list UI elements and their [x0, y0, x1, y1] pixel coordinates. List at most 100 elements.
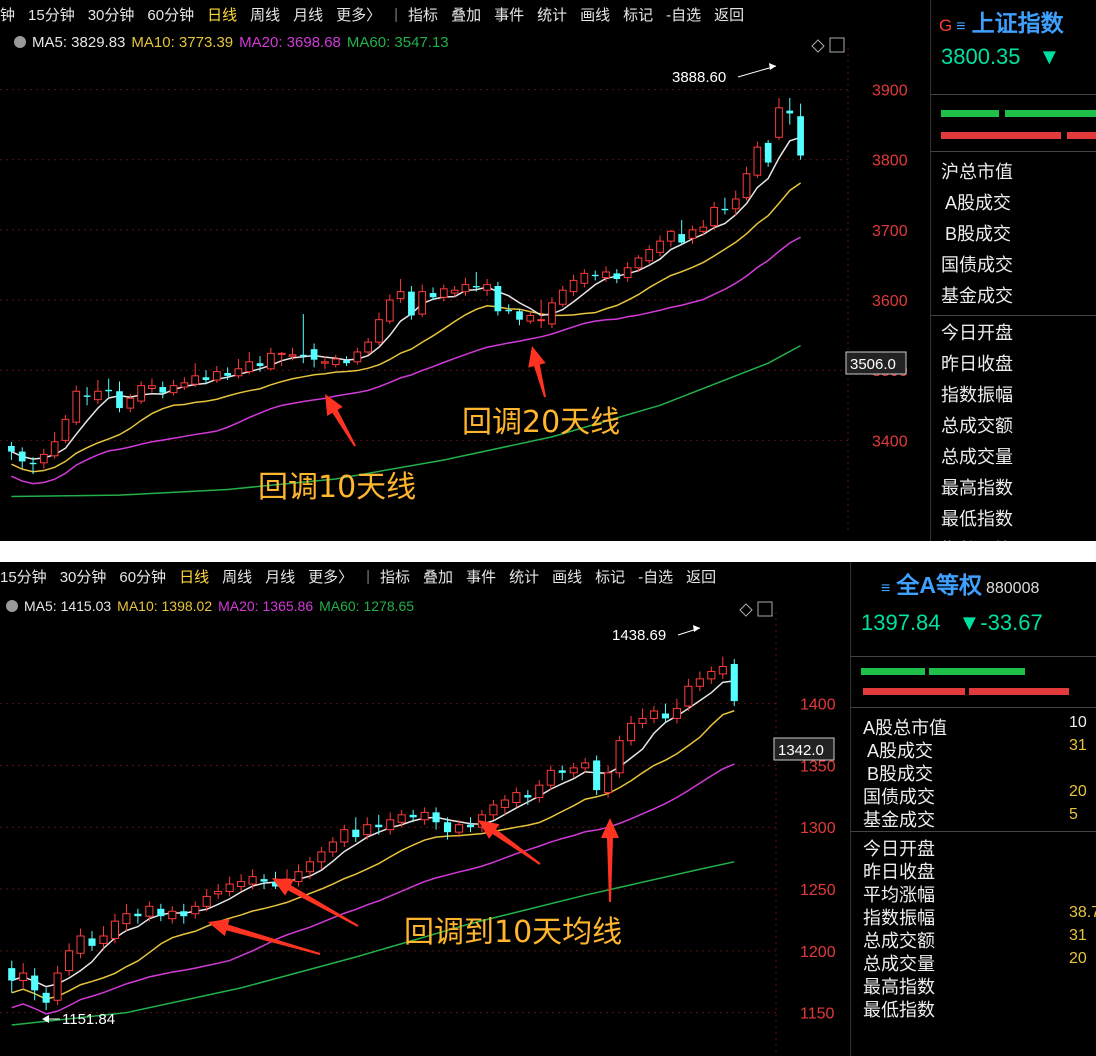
toolbar-item-9[interactable]: 叠加	[423, 566, 453, 587]
candle-body	[483, 284, 491, 291]
ma-label-0: MA5: 3829.83	[32, 34, 126, 51]
candle-body	[94, 390, 102, 401]
toolbar-item-16[interactable]: 返回	[714, 4, 744, 25]
candle-body	[29, 462, 37, 465]
candle-body	[613, 273, 621, 279]
candle-body	[591, 274, 599, 277]
toolbar-item-0[interactable]: 15分钟	[0, 566, 47, 587]
toolbar-item-6[interactable]: 更多〉	[308, 566, 353, 587]
toolbar-item-11[interactable]: 事件	[494, 4, 524, 25]
info-value-8: 38.7	[1069, 904, 1096, 921]
candle-body	[409, 814, 417, 818]
candle-body	[159, 387, 167, 393]
toolbar-item-10[interactable]: 叠加	[451, 4, 481, 25]
info-value-1: 31	[1069, 737, 1087, 754]
candle-body	[505, 309, 513, 312]
candle-body	[61, 418, 70, 441]
candle-body	[234, 368, 243, 377]
info-field-6: 昨日收盘	[941, 354, 1013, 374]
toolbar-separator: |	[366, 567, 371, 585]
candle-body	[707, 670, 716, 680]
toolbar-item-3[interactable]: 日线	[179, 566, 209, 587]
toolbar-item-15[interactable]: -自选	[666, 4, 701, 25]
toolbar-item-4[interactable]: 日线	[207, 4, 237, 25]
toolbar-item-12[interactable]: 画线	[552, 566, 582, 587]
info-field-8: 总成交额	[941, 416, 1013, 436]
toolbar-item-2[interactable]: 30分钟	[88, 4, 135, 25]
candle-body	[397, 814, 406, 823]
candle-body	[352, 829, 360, 838]
toolbar-item-15[interactable]: 返回	[686, 566, 716, 587]
toolbar-item-13[interactable]: 标记	[595, 566, 625, 587]
candle-body	[134, 913, 142, 917]
toolbar-item-14[interactable]: 标记	[623, 4, 653, 25]
candle-body	[65, 950, 74, 972]
menu-icon[interactable]: ≡	[956, 18, 965, 35]
candle-body	[526, 314, 535, 322]
candle-body	[363, 824, 372, 836]
ma20-line	[11, 236, 801, 485]
toolbar-item-5[interactable]: 周线	[250, 4, 280, 25]
candle-body	[450, 289, 459, 294]
toolbar-item-4[interactable]: 周线	[222, 566, 252, 587]
toolbar-item-13[interactable]: 画线	[580, 4, 610, 25]
info-field-7: 指数振幅	[941, 385, 1013, 405]
candle-body	[558, 770, 566, 773]
ma-label-1: MA10: 3773.39	[131, 34, 234, 51]
index-name[interactable]: 上证指数	[972, 10, 1064, 36]
bottom-period-toolbar: 15分钟 30分钟 60分钟 日线 周线 月线 更多〉 | 指标 叠加 事件 统计 画线 标记 -自选 返回	[0, 562, 729, 590]
candle-body	[122, 913, 131, 925]
candle-body	[212, 371, 221, 381]
toolbar-item-2[interactable]: 60分钟	[119, 566, 166, 587]
ma-label-3: MA60: 3547.13	[346, 34, 449, 51]
toolbar-item-14[interactable]: -自选	[638, 566, 673, 587]
candle-body	[214, 890, 223, 895]
index-name[interactable]: 全A等权	[896, 572, 982, 598]
candle-body	[602, 271, 610, 279]
candle-body	[721, 208, 729, 211]
candle-body	[18, 451, 26, 462]
toolbar-item-9[interactable]: 指标	[408, 4, 438, 25]
high-arrow-head	[769, 63, 776, 70]
candle-body	[580, 272, 589, 284]
candle-body	[516, 311, 523, 320]
toolbar-item-7[interactable]: 更多〉	[336, 4, 381, 25]
toolbar-item-1[interactable]: 15分钟	[28, 4, 75, 25]
candle-body	[331, 358, 340, 366]
toolbar-item-8[interactable]: 指标	[380, 566, 410, 587]
candle-body	[678, 234, 686, 243]
diamond-icon	[811, 39, 825, 53]
ma60-line	[11, 861, 735, 1026]
info-field-4: 基金成交	[863, 810, 935, 830]
menu-icon[interactable]: ≡	[881, 580, 890, 597]
candle-body	[8, 968, 16, 981]
candle-body	[340, 829, 349, 843]
ma5-line	[11, 680, 735, 988]
price-box-label: 3506.0	[850, 356, 896, 373]
toolbar-item-3[interactable]: 60分钟	[147, 4, 194, 25]
toolbar-item-11[interactable]: 统计	[509, 566, 539, 587]
eye-icon[interactable]	[6, 600, 18, 612]
info-value-10: 20	[1069, 950, 1087, 967]
y-tick-label: 1250	[800, 882, 836, 899]
candle-body	[548, 302, 556, 325]
candle-body	[353, 351, 362, 363]
candle-body	[418, 291, 427, 315]
candle-body	[126, 397, 135, 409]
candle-body	[245, 361, 254, 373]
candle-body	[593, 760, 601, 791]
toolbar-item-0[interactable]: 钟	[0, 4, 15, 25]
eye-icon[interactable]	[14, 36, 26, 48]
toolbar-item-1[interactable]: 30分钟	[60, 566, 107, 587]
candle-body	[489, 804, 498, 816]
top-ma-legend: MA5: 3829.83 MA10: 3773.39 MA20: 3698.68 MA…	[14, 34, 455, 51]
annotation-text: 回调到10天均线	[404, 915, 622, 950]
toolbar-item-6[interactable]: 月线	[293, 4, 323, 25]
toolbar-item-10[interactable]: 事件	[466, 566, 496, 587]
toolbar-item-5[interactable]: 月线	[265, 566, 295, 587]
candle-body	[604, 772, 613, 794]
candle-body	[500, 799, 509, 808]
candle-body	[157, 908, 165, 917]
toolbar-item-12[interactable]: 统计	[537, 4, 567, 25]
index-change: ▼	[1038, 44, 1061, 69]
